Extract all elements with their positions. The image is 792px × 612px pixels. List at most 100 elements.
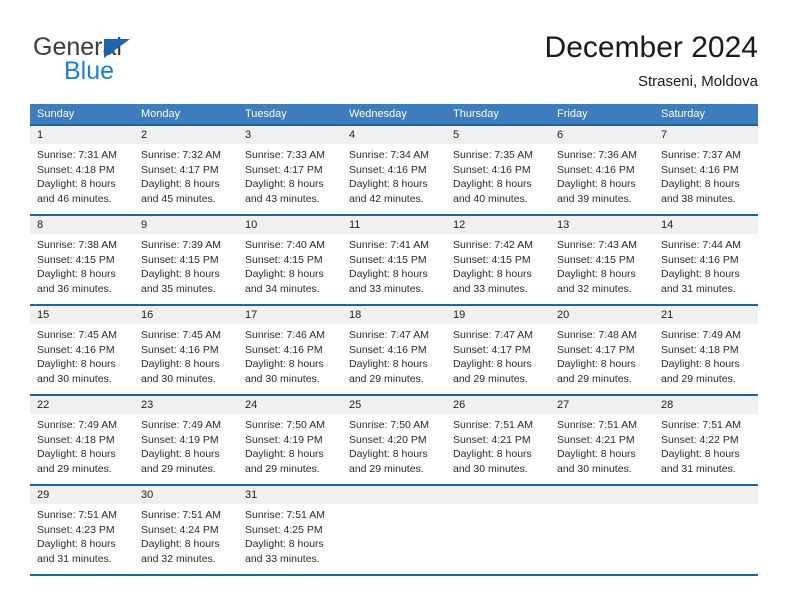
day-sunrise-text: Sunrise: 7:43 AM bbox=[557, 239, 637, 251]
day-sun-info bbox=[446, 504, 550, 508]
day-number: 13 bbox=[550, 216, 654, 234]
day-sun-info: Sunrise: 7:39 AM Sunset: 4:15 PM Daylight:… bbox=[134, 234, 238, 296]
calendar-day-cell[interactable]: 12 Sunrise: 7:42 AM Sunset: 4:15 PM Dayligh… bbox=[446, 216, 550, 304]
day-sunrise-text: Sunrise: 7:51 AM bbox=[245, 509, 325, 521]
day-daylight1-text: Daylight: 8 hours bbox=[661, 268, 740, 280]
day-sunrise-text: Sunrise: 7:41 AM bbox=[349, 239, 429, 251]
calendar-day-cell[interactable]: 30 Sunrise: 7:51 AM Sunset: 4:24 PM Dayligh… bbox=[134, 486, 238, 574]
calendar-day-cell[interactable]: 5 Sunrise: 7:35 AM Sunset: 4:16 PM Daylight… bbox=[446, 126, 550, 214]
calendar-day-cell[interactable]: 2 Sunrise: 7:32 AM Sunset: 4:17 PM Daylight… bbox=[134, 126, 238, 214]
day-sunrise-text: Sunrise: 7:50 AM bbox=[349, 419, 429, 431]
day-sunrise-text: Sunrise: 7:42 AM bbox=[453, 239, 533, 251]
calendar-day-cell[interactable]: 1 Sunrise: 7:31 AM Sunset: 4:18 PM Daylight… bbox=[30, 126, 134, 214]
day-daylight2-text: and 29 minutes. bbox=[245, 462, 320, 475]
calendar-day-cell[interactable]: 19 Sunrise: 7:47 AM Sunset: 4:17 PM Dayligh… bbox=[446, 306, 550, 394]
weekday-header-row: Sunday Monday Tuesday Wednesday Thursday Frid… bbox=[30, 104, 758, 124]
day-daylight2-text: and 31 minutes. bbox=[661, 462, 736, 475]
calendar-day-cell[interactable]: 29 Sunrise: 7:51 AM Sunset: 4:23 PM Dayligh… bbox=[30, 486, 134, 574]
weekday-header-thursday: Thursday bbox=[453, 108, 499, 120]
day-sun-info: Sunrise: 7:43 AM Sunset: 4:15 PM Daylight:… bbox=[550, 234, 654, 296]
day-sun-info: Sunrise: 7:48 AM Sunset: 4:17 PM Daylight:… bbox=[550, 324, 654, 386]
day-sun-info bbox=[654, 504, 758, 508]
day-sun-info: Sunrise: 7:46 AM Sunset: 4:16 PM Daylight:… bbox=[238, 324, 342, 386]
day-number: 20 bbox=[550, 306, 654, 324]
day-sun-info: Sunrise: 7:41 AM Sunset: 4:15 PM Daylight:… bbox=[342, 234, 446, 296]
general-blue-logo[interactable]: General Blue bbox=[33, 34, 263, 86]
day-number: 14 bbox=[654, 216, 758, 234]
calendar-day-cell-empty bbox=[446, 486, 550, 574]
day-number: 27 bbox=[550, 396, 654, 414]
calendar-day-cell[interactable]: 6 Sunrise: 7:36 AM Sunset: 4:16 PM Daylight… bbox=[550, 126, 654, 214]
day-daylight1-text: Daylight: 8 hours bbox=[661, 448, 740, 460]
calendar-day-cell[interactable]: 14 Sunrise: 7:44 AM Sunset: 4:16 PM Dayligh… bbox=[654, 216, 758, 304]
day-daylight2-text: and 34 minutes. bbox=[245, 282, 320, 295]
calendar-day-cell[interactable]: 24 Sunrise: 7:50 AM Sunset: 4:19 PM Dayligh… bbox=[238, 396, 342, 484]
calendar-day-cell[interactable]: 11 Sunrise: 7:41 AM Sunset: 4:15 PM Dayligh… bbox=[342, 216, 446, 304]
calendar-day-cell[interactable]: 22 Sunrise: 7:49 AM Sunset: 4:18 PM Dayligh… bbox=[30, 396, 134, 484]
calendar-day-cell[interactable]: 27 Sunrise: 7:51 AM Sunset: 4:21 PM Dayligh… bbox=[550, 396, 654, 484]
day-daylight1-text: Daylight: 8 hours bbox=[349, 358, 428, 370]
calendar-day-cell[interactable]: 13 Sunrise: 7:43 AM Sunset: 4:15 PM Dayligh… bbox=[550, 216, 654, 304]
day-sun-info: Sunrise: 7:51 AM Sunset: 4:21 PM Daylight:… bbox=[446, 414, 550, 476]
day-daylight1-text: Daylight: 8 hours bbox=[245, 178, 324, 190]
day-daylight2-text: and 38 minutes. bbox=[661, 192, 736, 205]
day-number: 8 bbox=[30, 216, 134, 234]
page-title: December 2024 bbox=[544, 31, 758, 64]
day-number: 12 bbox=[446, 216, 550, 234]
calendar-day-cell[interactable]: 18 Sunrise: 7:47 AM Sunset: 4:16 PM Dayligh… bbox=[342, 306, 446, 394]
day-number: 31 bbox=[238, 486, 342, 504]
day-daylight1-text: Daylight: 8 hours bbox=[37, 178, 116, 190]
day-daylight2-text: and 43 minutes. bbox=[245, 192, 320, 205]
day-sunset-text: Sunset: 4:18 PM bbox=[37, 433, 115, 446]
day-number: 26 bbox=[446, 396, 550, 414]
day-sunset-text: Sunset: 4:15 PM bbox=[37, 253, 115, 266]
calendar-day-cell[interactable]: 17 Sunrise: 7:46 AM Sunset: 4:16 PM Dayligh… bbox=[238, 306, 342, 394]
calendar-day-cell[interactable]: 4 Sunrise: 7:34 AM Sunset: 4:16 PM Daylight… bbox=[342, 126, 446, 214]
day-daylight1-text: Daylight: 8 hours bbox=[453, 448, 532, 460]
calendar-day-cell[interactable]: 7 Sunrise: 7:37 AM Sunset: 4:16 PM Daylight… bbox=[654, 126, 758, 214]
calendar-day-cell[interactable]: 10 Sunrise: 7:40 AM Sunset: 4:15 PM Dayligh… bbox=[238, 216, 342, 304]
calendar-day-cell[interactable]: 9 Sunrise: 7:39 AM Sunset: 4:15 PM Daylight… bbox=[134, 216, 238, 304]
calendar-day-cell[interactable]: 23 Sunrise: 7:49 AM Sunset: 4:19 PM Dayligh… bbox=[134, 396, 238, 484]
calendar-day-cell[interactable]: 15 Sunrise: 7:45 AM Sunset: 4:16 PM Dayligh… bbox=[30, 306, 134, 394]
location-subtitle: Straseni, Moldova bbox=[637, 73, 758, 90]
day-number: 28 bbox=[654, 396, 758, 414]
calendar-day-cell[interactable]: 28 Sunrise: 7:51 AM Sunset: 4:22 PM Dayligh… bbox=[654, 396, 758, 484]
day-daylight2-text: and 39 minutes. bbox=[557, 192, 632, 205]
day-daylight1-text: Daylight: 8 hours bbox=[37, 358, 116, 370]
day-daylight1-text: Daylight: 8 hours bbox=[557, 178, 636, 190]
calendar-day-cell-empty bbox=[654, 486, 758, 574]
day-sunset-text: Sunset: 4:17 PM bbox=[245, 163, 323, 176]
day-sunset-text: Sunset: 4:16 PM bbox=[453, 163, 531, 176]
day-sunset-text: Sunset: 4:16 PM bbox=[349, 343, 427, 356]
calendar-day-cell-empty bbox=[550, 486, 654, 574]
day-sunset-text: Sunset: 4:15 PM bbox=[557, 253, 635, 266]
day-sun-info: Sunrise: 7:33 AM Sunset: 4:17 PM Daylight:… bbox=[238, 144, 342, 206]
calendar-day-cell[interactable]: 25 Sunrise: 7:50 AM Sunset: 4:20 PM Dayligh… bbox=[342, 396, 446, 484]
day-sunrise-text: Sunrise: 7:35 AM bbox=[453, 149, 533, 161]
day-daylight2-text: and 30 minutes. bbox=[245, 372, 320, 385]
day-daylight2-text: and 32 minutes. bbox=[557, 282, 632, 295]
calendar-day-cell[interactable]: 16 Sunrise: 7:45 AM Sunset: 4:16 PM Dayligh… bbox=[134, 306, 238, 394]
day-daylight2-text: and 30 minutes. bbox=[557, 462, 632, 475]
day-number: 24 bbox=[238, 396, 342, 414]
day-number: 29 bbox=[30, 486, 134, 504]
day-daylight2-text: and 32 minutes. bbox=[141, 552, 216, 565]
calendar-day-cell[interactable]: 3 Sunrise: 7:33 AM Sunset: 4:17 PM Daylight… bbox=[238, 126, 342, 214]
day-number bbox=[342, 486, 446, 504]
calendar-day-cell[interactable]: 20 Sunrise: 7:48 AM Sunset: 4:17 PM Dayligh… bbox=[550, 306, 654, 394]
day-sunset-text: Sunset: 4:15 PM bbox=[453, 253, 531, 266]
day-daylight1-text: Daylight: 8 hours bbox=[349, 448, 428, 460]
calendar-day-cell[interactable]: 31 Sunrise: 7:51 AM Sunset: 4:25 PM Dayligh… bbox=[238, 486, 342, 574]
day-sunset-text: Sunset: 4:19 PM bbox=[245, 433, 323, 446]
calendar-day-cell[interactable]: 26 Sunrise: 7:51 AM Sunset: 4:21 PM Dayligh… bbox=[446, 396, 550, 484]
calendar-week-row: 29 Sunrise: 7:51 AM Sunset: 4:23 PM Dayligh… bbox=[30, 484, 758, 574]
calendar-day-cell[interactable]: 8 Sunrise: 7:38 AM Sunset: 4:15 PM Daylight… bbox=[30, 216, 134, 304]
day-sun-info: Sunrise: 7:32 AM Sunset: 4:17 PM Daylight:… bbox=[134, 144, 238, 206]
day-sun-info: Sunrise: 7:49 AM Sunset: 4:18 PM Daylight:… bbox=[654, 324, 758, 386]
day-daylight1-text: Daylight: 8 hours bbox=[245, 538, 324, 550]
calendar-day-cell[interactable]: 21 Sunrise: 7:49 AM Sunset: 4:18 PM Dayligh… bbox=[654, 306, 758, 394]
day-sunrise-text: Sunrise: 7:50 AM bbox=[245, 419, 325, 431]
day-number: 23 bbox=[134, 396, 238, 414]
day-sun-info: Sunrise: 7:42 AM Sunset: 4:15 PM Daylight:… bbox=[446, 234, 550, 296]
